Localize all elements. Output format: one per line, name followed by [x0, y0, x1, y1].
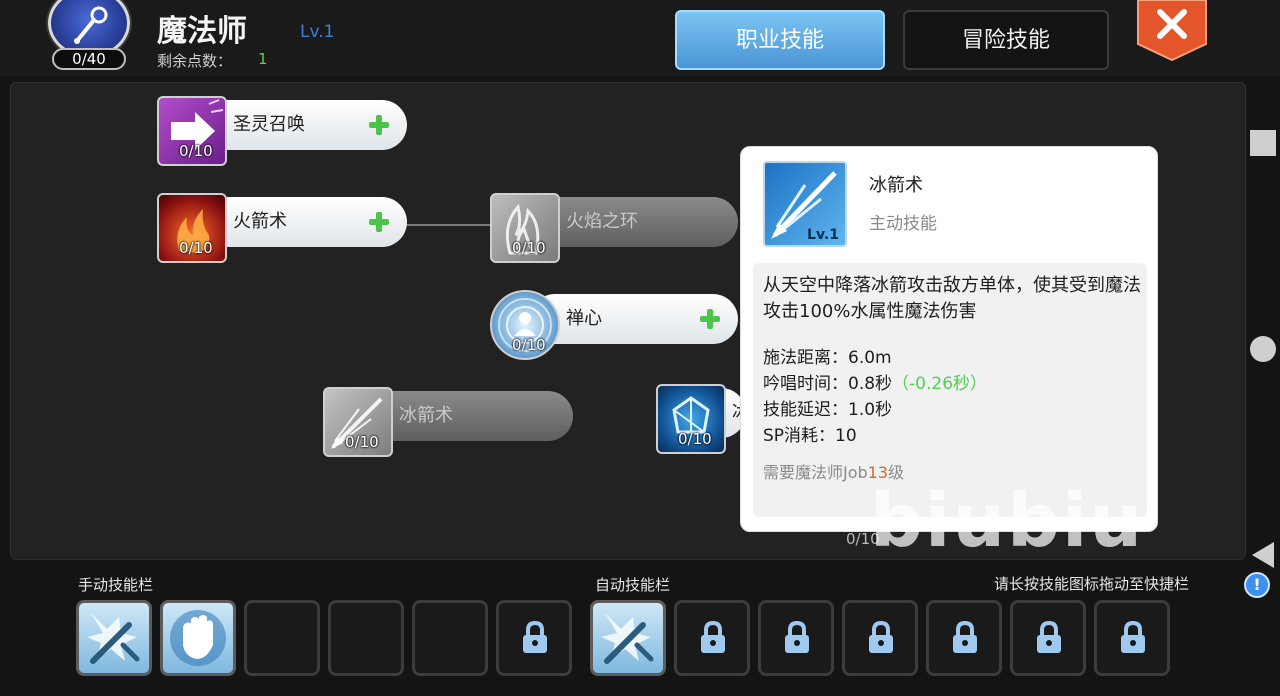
manual-slot-2[interactable] [160, 600, 236, 676]
scroll-marker-square[interactable] [1250, 130, 1276, 156]
tooltip-cast-range: 施法距离：6.0m [763, 348, 892, 368]
lock-icon [1037, 621, 1061, 653]
sword-strike-icon [601, 613, 654, 664]
auto-skill-bar-label: 自动技能栏 [595, 576, 671, 594]
skill-points-counter: 0/40 [52, 48, 126, 70]
skill-fire-bolt[interactable]: 火箭术 0/10 [157, 193, 409, 263]
skill-level-count: 0/10 [179, 142, 213, 160]
lock-icon [953, 621, 977, 653]
skill-fire-ring[interactable]: 火焰之环 0/10 [490, 193, 742, 263]
close-icon [1137, 0, 1207, 62]
tab-job-skills[interactable]: 职业技能 [675, 10, 885, 70]
auto-slot-6[interactable] [1010, 600, 1086, 676]
requirement-prefix: 需要魔法师Job [763, 463, 868, 482]
skill-connector-line [406, 224, 492, 226]
remaining-points-label: 剩余点数： [157, 52, 233, 70]
skill-level-count: 0/10 [345, 433, 379, 451]
class-level: Lv.1 [300, 22, 335, 42]
scroll-marker-circle[interactable] [1250, 336, 1276, 362]
lock-icon [523, 621, 547, 653]
tab-adventure-skills[interactable]: 冒险技能 [903, 10, 1109, 70]
tooltip-cast-time: 吟唱时间：0.8秒（-0.26秒） [763, 369, 987, 394]
manual-skill-bar-label: 手动技能栏 [78, 576, 154, 594]
tooltip-sp-cost: SP消耗：10 [763, 426, 857, 446]
tooltip-delay: 技能延迟：1.0秒 [763, 400, 893, 420]
skill-name: 禅心 [566, 308, 602, 329]
manual-slot-6[interactable] [496, 600, 572, 676]
cast-time-value: 吟唱时间：0.8秒 [763, 374, 893, 394]
tooltip-skill-type: 主动技能 [869, 214, 937, 234]
add-skill-point-icon[interactable] [367, 210, 391, 234]
lock-icon [785, 621, 809, 653]
auto-slot-1[interactable] [590, 600, 666, 676]
fist-icon [170, 610, 226, 666]
skill-frost-diver[interactable]: 冰 0/10 [656, 384, 750, 454]
watermark: biubiu [870, 478, 1145, 564]
auto-slot-2[interactable] [674, 600, 750, 676]
add-skill-point-icon[interactable] [367, 113, 391, 137]
manual-slot-5[interactable] [412, 600, 488, 676]
manual-slot-1[interactable] [76, 600, 152, 676]
remaining-points-value: 1 [258, 50, 268, 68]
skill-level-count: 0/10 [179, 239, 213, 257]
skill-zen-mind[interactable]: 禅心 0/10 [490, 290, 742, 360]
lock-icon [1121, 621, 1145, 653]
header: 0/40 魔法师 Lv.1 剩余点数： 1 职业技能 冒险技能 [0, 0, 1280, 76]
skill-name: 冰箭术 [399, 405, 453, 426]
auto-slot-3[interactable] [758, 600, 834, 676]
skill-pill [363, 391, 573, 441]
scroll-left-arrow-icon[interactable] [1250, 540, 1276, 570]
auto-slot-7[interactable] [1094, 600, 1170, 676]
drag-hint: 请长按技能图标拖动至快捷栏 [994, 575, 1190, 593]
manual-slot-3[interactable] [244, 600, 320, 676]
auto-slot-5[interactable] [926, 600, 1002, 676]
info-icon[interactable]: ! [1244, 572, 1270, 598]
class-name: 魔法师 [157, 14, 247, 49]
skill-cold-bolt[interactable]: 冰箭术 0/10 [323, 387, 575, 457]
skill-name: 火焰之环 [566, 211, 638, 232]
skill-name: 圣灵召唤 [233, 114, 305, 135]
sword-strike-icon [87, 613, 140, 664]
cold-bolt-icon: Lv.1 [763, 161, 847, 247]
skill-level-count: 0/10 [512, 336, 546, 354]
tooltip-description: 从天空中降落冰箭攻击敌方单体，使其受到魔法攻击100%水属性魔法伤害 [763, 275, 1141, 322]
add-skill-point-icon[interactable] [698, 307, 722, 331]
skill-holy-summon[interactable]: 圣灵召唤 0/10 [157, 96, 409, 166]
manual-slot-4[interactable] [328, 600, 404, 676]
tooltip-skill-name: 冰箭术 [869, 175, 923, 196]
skill-level-count: 0/10 [678, 430, 712, 448]
class-emblem[interactable]: 0/40 [44, 0, 134, 72]
close-button[interactable] [1136, 0, 1208, 62]
tooltip-skill-level: Lv.1 [807, 227, 839, 243]
lock-icon [869, 621, 893, 653]
auto-slot-4[interactable] [842, 600, 918, 676]
cast-time-bonus: （-0.26秒） [892, 374, 988, 394]
skill-name: 火箭术 [233, 211, 287, 232]
lock-icon [701, 621, 725, 653]
skill-tooltip: Lv.1 冰箭术 主动技能 从天空中降落冰箭攻击敌方单体，使其受到魔法攻击100… [740, 146, 1158, 532]
skill-level-count: 0/10 [512, 239, 546, 257]
